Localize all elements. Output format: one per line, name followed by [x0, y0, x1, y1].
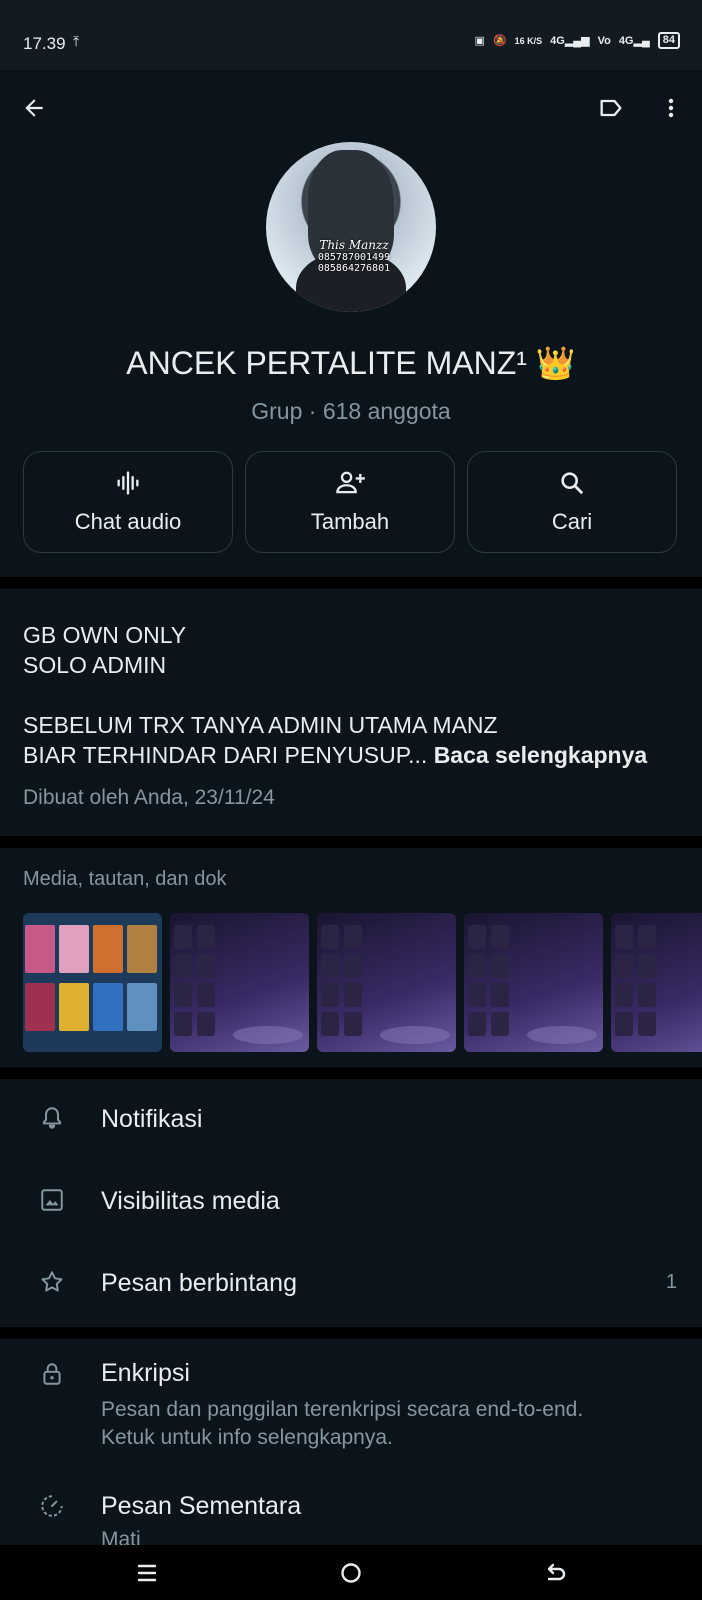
status-bar: 17.39 ⤒ ▣ 🔕 16 K/S 4G▂▄▆ Vo 4G▂▄ 84: [0, 0, 702, 70]
section-divider: [0, 577, 702, 589]
label-tag-icon: [600, 99, 622, 117]
disappearing-messages-status: Mati: [101, 1528, 141, 1545]
media-thumbnails: [23, 913, 702, 1053]
chat-audio-label: Chat audio: [74, 509, 182, 534]
nfc-icon: ▣: [474, 35, 485, 47]
section-divider: [0, 1067, 702, 1079]
media-visibility-label: Visibilitas media: [101, 1187, 280, 1215]
created-by-text: Dibuat oleh Anda, 23/11/24: [23, 786, 275, 809]
description-line: SEBELUM TRX TANYA ADMIN UTAMA MANZ: [23, 712, 498, 738]
image-icon: [38, 1186, 66, 1214]
more-options-button[interactable]: [647, 84, 695, 132]
notifications-item[interactable]: Notifikasi: [0, 1080, 702, 1162]
encryption-description-line: Ketuk untuk info selengkapnya.: [101, 1426, 393, 1449]
starred-messages-label: Pesan berbintang: [101, 1269, 297, 1297]
description-line: BIAR TERHINDAR DARI PENYUSUP... Baca sel…: [23, 740, 647, 770]
status-icons: ▣ 🔕 16 K/S 4G▂▄▆ Vo 4G▂▄ 84: [475, 32, 680, 49]
add-member-button[interactable]: Tambah: [245, 451, 455, 553]
encryption-description: Pesan dan panggilan terenkripsi secara e…: [101, 1396, 583, 1452]
media-visibility-item[interactable]: Visibilitas media: [0, 1162, 702, 1244]
encryption-label: Enkripsi: [101, 1359, 190, 1387]
add-member-label: Tambah: [310, 509, 390, 534]
group-name[interactable]: ANCEK PERTALITE MANZ¹ 👑: [0, 344, 702, 382]
star-icon: [38, 1268, 66, 1296]
back-arrow-icon: [25, 99, 43, 117]
action-buttons: Chat audio Tambah Cari: [23, 451, 677, 553]
encryption-description-line: Pesan dan panggilan terenkripsi secara e…: [101, 1398, 584, 1421]
starred-count: 1: [665, 1271, 677, 1293]
system-navigation-bar: [0, 1545, 702, 1600]
top-app-bar: [0, 70, 702, 150]
media-thumbnail[interactable]: [464, 913, 603, 1052]
timer-icon: [38, 1492, 66, 1520]
disappearing-messages-item[interactable]: Pesan Sementara Mati: [0, 1462, 702, 1545]
bell-icon: [38, 1104, 66, 1132]
upload-icon: ⤒: [73, 33, 80, 49]
notifications-label: Notifikasi: [101, 1105, 203, 1133]
media-thumbnail[interactable]: [170, 913, 309, 1052]
media-thumbnail[interactable]: [317, 913, 456, 1052]
net-speed: 16 K/S: [514, 35, 543, 46]
home-button[interactable]: [327, 1549, 375, 1597]
media-thumbnail[interactable]: [23, 913, 162, 1052]
status-time: 17.39: [23, 34, 66, 53]
menu-lines-icon: [137, 1564, 157, 1582]
search-button[interactable]: Cari: [467, 451, 677, 553]
battery-icon: 84: [657, 32, 680, 49]
add-person-icon: [336, 471, 365, 494]
avatar-watermark-line1: 085787001499: [317, 252, 391, 263]
search-label: Cari: [551, 509, 593, 534]
encryption-item[interactable]: Enkripsi Pesan dan panggilan terenkripsi…: [0, 1340, 702, 1462]
search-icon: [561, 472, 583, 494]
media-section-title[interactable]: Media, tautan, dan dok: [23, 868, 226, 891]
avatar-watermark-line2: 085864276801: [317, 263, 391, 274]
starred-messages-item[interactable]: Pesan berbintang 1: [0, 1244, 702, 1326]
chat-audio-button[interactable]: Chat audio: [23, 451, 233, 553]
description-line: GB OWN ONLY: [23, 622, 187, 648]
group-avatar[interactable]: This Manzz 085787001499 085864276801: [266, 142, 436, 312]
group-subtitle: Grup · 618 anggota: [251, 398, 451, 424]
signal-4g-icon: 4G▂▄▆: [550, 35, 590, 47]
group-description[interactable]: GB OWN ONLY SOLO ADMIN SEBELUM TRX TANYA…: [23, 620, 647, 770]
mute-notification-icon: 🔕: [492, 35, 507, 47]
lock-icon: [38, 1360, 66, 1388]
read-more-link[interactable]: Baca selengkapnya: [434, 742, 648, 768]
volte-icon: Vo: [597, 34, 611, 47]
section-divider: [0, 1327, 702, 1339]
back-return-icon: [547, 1563, 566, 1581]
media-thumbnail[interactable]: [611, 913, 702, 1052]
description-line: SOLO ADMIN: [23, 652, 167, 678]
avatar-watermark: This Manzz 085787001499 085864276801: [306, 238, 402, 274]
signal-4g-2-icon: 4G▂▄: [618, 35, 650, 47]
section-divider: [0, 836, 702, 848]
recent-apps-button[interactable]: [123, 1549, 171, 1597]
disappearing-messages-label: Pesan Sementara: [101, 1492, 302, 1520]
more-vertical-icon: [668, 98, 674, 118]
avatar-signature: This Manzz: [319, 238, 389, 252]
system-back-button[interactable]: [532, 1549, 580, 1597]
label-button[interactable]: [587, 84, 635, 132]
home-circle-icon: [341, 1563, 361, 1583]
back-button[interactable]: [10, 84, 58, 132]
audio-waveform-icon: [117, 471, 139, 495]
description-truncated-text: BIAR TERHINDAR DARI PENYUSUP...: [23, 742, 428, 768]
